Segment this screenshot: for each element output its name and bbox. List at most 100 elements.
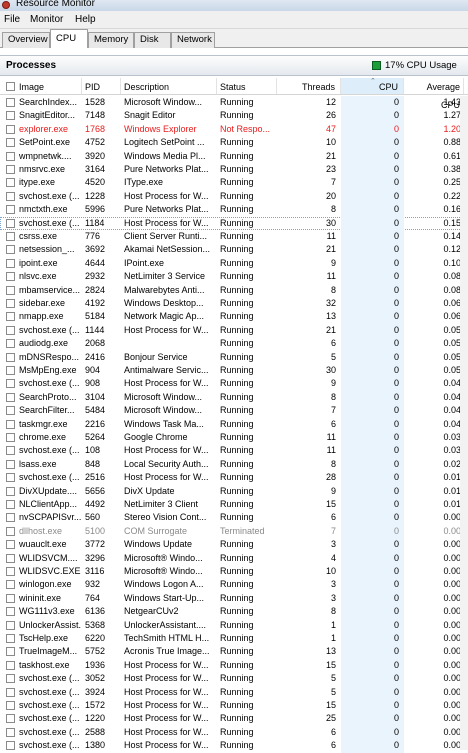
process-row[interactable]: UnlockerAssist... 5368 UnlockerAssistant..… bbox=[0, 618, 468, 632]
process-row[interactable]: svchost.exe (... 1144 Host Process for W..… bbox=[0, 323, 468, 338]
process-checkbox[interactable] bbox=[6, 714, 15, 724]
process-checkbox[interactable] bbox=[6, 151, 15, 161]
column-description[interactable]: Description bbox=[121, 78, 217, 94]
process-checkbox[interactable] bbox=[6, 352, 15, 362]
process-checkbox[interactable] bbox=[6, 165, 15, 174]
column-pid[interactable]: PID bbox=[82, 78, 121, 94]
process-checkbox[interactable] bbox=[6, 191, 15, 201]
process-row[interactable]: svchost.exe (... 3052 Host Process for W..… bbox=[0, 672, 468, 686]
process-checkbox[interactable] bbox=[6, 647, 15, 657]
process-checkbox[interactable] bbox=[6, 339, 15, 349]
process-checkbox[interactable] bbox=[6, 607, 15, 617]
process-checkbox[interactable] bbox=[6, 299, 15, 308]
process-row[interactable]: nmapp.exe 5184 Network Magic Ap... Running 1… bbox=[0, 310, 468, 324]
process-checkbox[interactable] bbox=[6, 687, 15, 697]
process-checkbox[interactable] bbox=[6, 205, 15, 215]
menu-help[interactable]: Help bbox=[75, 14, 96, 25]
column-status[interactable]: Status bbox=[217, 78, 277, 94]
process-checkbox[interactable] bbox=[6, 459, 15, 469]
process-row[interactable]: TscHelp.exe 6220 TechSmith HTML H... Runnin… bbox=[0, 632, 468, 646]
process-row[interactable]: netsession_... 3692 Akamai NetSession... Ru… bbox=[0, 243, 468, 257]
process-checkbox[interactable] bbox=[6, 285, 15, 295]
process-row[interactable]: DivXUpdate.... 5656 DivX Update Running 9 0 0.… bbox=[0, 484, 468, 498]
process-row[interactable]: mbamservice... 2824 Malwarebytes Anti... Ru… bbox=[0, 283, 468, 297]
process-row[interactable]: NLClientApp... 4492 NetLimiter 3 Client Run… bbox=[0, 498, 468, 512]
process-checkbox[interactable] bbox=[6, 580, 15, 590]
process-row[interactable]: SearchProto... 3104 Microsoft Window... Run… bbox=[0, 390, 468, 405]
process-checkbox[interactable] bbox=[6, 500, 15, 509]
process-row[interactable]: svchost.exe (... 2516 Host Process for W..… bbox=[0, 471, 468, 485]
process-checkbox[interactable] bbox=[6, 526, 15, 536]
process-row[interactable]: nmctxth.exe 5996 Pure Networks Plat... Runn… bbox=[0, 203, 468, 217]
process-checkbox[interactable] bbox=[6, 98, 15, 107]
process-row[interactable]: svchost.exe (... 908 Host Process for W...… bbox=[0, 377, 468, 391]
process-checkbox[interactable] bbox=[6, 379, 15, 389]
process-row[interactable]: sidebar.exe 4192 Windows Desktop... Running… bbox=[0, 297, 468, 311]
process-row[interactable]: dllhost.exe 5100 COM Surrogate Terminated 7 0… bbox=[0, 524, 468, 539]
process-checkbox[interactable] bbox=[6, 674, 15, 684]
menu-monitor[interactable]: Monitor bbox=[30, 14, 63, 25]
process-row[interactable]: SearchIndex... 1528 Microsoft Window... Run… bbox=[0, 96, 468, 110]
process-row[interactable]: svchost.exe (... 1380 Host Process for W..… bbox=[0, 739, 468, 753]
process-checkbox[interactable] bbox=[6, 433, 15, 442]
process-row[interactable]: svchost.exe (... 1572 Host Process for W..… bbox=[0, 699, 468, 713]
process-row[interactable]: lsass.exe 848 Local Security Auth... Runnin… bbox=[0, 457, 468, 472]
process-row[interactable]: SearchFilter... 5484 Microsoft Window... Ru… bbox=[0, 404, 468, 418]
column-image[interactable]: Image bbox=[16, 78, 82, 94]
process-row[interactable]: svchost.exe (... 108 Host Process for W...… bbox=[0, 444, 468, 458]
processes-panel-header[interactable]: Processes 17% CPU Usage bbox=[0, 55, 468, 76]
process-row[interactable]: svchost.exe (... 2588 Host Process for W..… bbox=[0, 725, 468, 740]
process-row[interactable]: TrueImageM... 5752 Acronis True Image... Ru… bbox=[0, 645, 468, 659]
process-checkbox[interactable] bbox=[6, 366, 15, 375]
process-row[interactable]: svchost.exe (... 1220 Host Process for W..… bbox=[0, 712, 468, 726]
process-row[interactable]: nlsvc.exe 2932 NetLimiter 3 Service Running… bbox=[0, 270, 468, 284]
process-checkbox[interactable] bbox=[6, 325, 15, 335]
process-checkbox[interactable] bbox=[6, 406, 15, 416]
process-checkbox[interactable] bbox=[6, 419, 15, 429]
process-row[interactable]: MsMpEng.exe 904 Antimalware Servic... Runni… bbox=[0, 364, 468, 378]
process-row[interactable]: audiodg.exe 2068 Running 6 0 0.05 bbox=[0, 337, 468, 351]
process-row[interactable]: svchost.exe (... 1184 Host Process for W..… bbox=[0, 216, 468, 230]
process-row[interactable]: WLIDSVCM.... 3296 Microsoft® Windo... Runni… bbox=[0, 551, 468, 565]
process-row[interactable]: winlogon.exe 932 Windows Logon A... Running… bbox=[0, 578, 468, 592]
process-row[interactable]: svchost.exe (... 3924 Host Process for W..… bbox=[0, 685, 468, 699]
process-row[interactable]: itype.exe 4520 IType.exe Running 7 0 0.25 bbox=[0, 176, 468, 190]
process-row[interactable]: nmsrvc.exe 3164 Pure Networks Plat... Runni… bbox=[0, 163, 468, 177]
process-checkbox[interactable] bbox=[6, 727, 15, 737]
process-checkbox[interactable] bbox=[6, 593, 15, 603]
process-checkbox[interactable] bbox=[6, 553, 15, 563]
tab-overview[interactable]: Overview bbox=[2, 32, 50, 48]
tab-cpu[interactable]: CPU bbox=[50, 29, 88, 48]
process-checkbox[interactable] bbox=[6, 741, 15, 751]
process-checkbox[interactable] bbox=[6, 660, 15, 670]
process-checkbox[interactable] bbox=[6, 232, 15, 241]
process-checkbox[interactable] bbox=[6, 446, 15, 456]
process-checkbox[interactable] bbox=[6, 111, 15, 121]
process-checkbox[interactable] bbox=[6, 178, 15, 188]
tab-network[interactable]: Network bbox=[171, 32, 215, 48]
process-checkbox[interactable] bbox=[6, 272, 15, 282]
process-checkbox[interactable] bbox=[6, 218, 15, 228]
select-all-checkbox[interactable] bbox=[6, 82, 15, 91]
process-row[interactable]: SetPoint.exe 4752 Logitech SetPoint ... Run… bbox=[0, 136, 468, 150]
process-checkbox[interactable] bbox=[6, 473, 15, 483]
process-row[interactable]: wininit.exe 764 Windows Start-Up... Running… bbox=[0, 591, 468, 606]
tab-disk[interactable]: Disk bbox=[134, 32, 171, 48]
process-checkbox[interactable] bbox=[6, 138, 15, 148]
process-row[interactable]: ipoint.exe 4644 IPoint.exe Running 9 0 0.10 bbox=[0, 256, 468, 271]
process-row[interactable]: taskhost.exe 1936 Host Process for W... Run… bbox=[0, 658, 468, 673]
process-checkbox[interactable] bbox=[6, 258, 15, 268]
tab-memory[interactable]: Memory bbox=[88, 32, 134, 48]
column-average-cpu[interactable]: Average CPU bbox=[404, 78, 464, 110]
process-row[interactable]: mDNSRespo... 2416 Bonjour Service Running 5 0… bbox=[0, 350, 468, 364]
process-checkbox[interactable] bbox=[6, 124, 15, 134]
process-checkbox[interactable] bbox=[6, 312, 15, 322]
process-checkbox[interactable] bbox=[6, 392, 15, 402]
process-checkbox[interactable] bbox=[6, 513, 15, 523]
process-row[interactable]: WG111v3.exe 6136 NetgearCUv2 Running 8 0 0.00 bbox=[0, 605, 468, 619]
process-row[interactable]: WLIDSVC.EXE 3116 Microsoft® Windo... Runnin… bbox=[0, 565, 468, 579]
process-row[interactable]: nvSCPAPISvr.... 560 Stereo Vision Cont... R… bbox=[0, 511, 468, 525]
process-checkbox[interactable] bbox=[6, 701, 15, 710]
process-checkbox[interactable] bbox=[6, 634, 15, 643]
process-row[interactable]: svchost.exe (... 1228 Host Process for W..… bbox=[0, 189, 468, 204]
